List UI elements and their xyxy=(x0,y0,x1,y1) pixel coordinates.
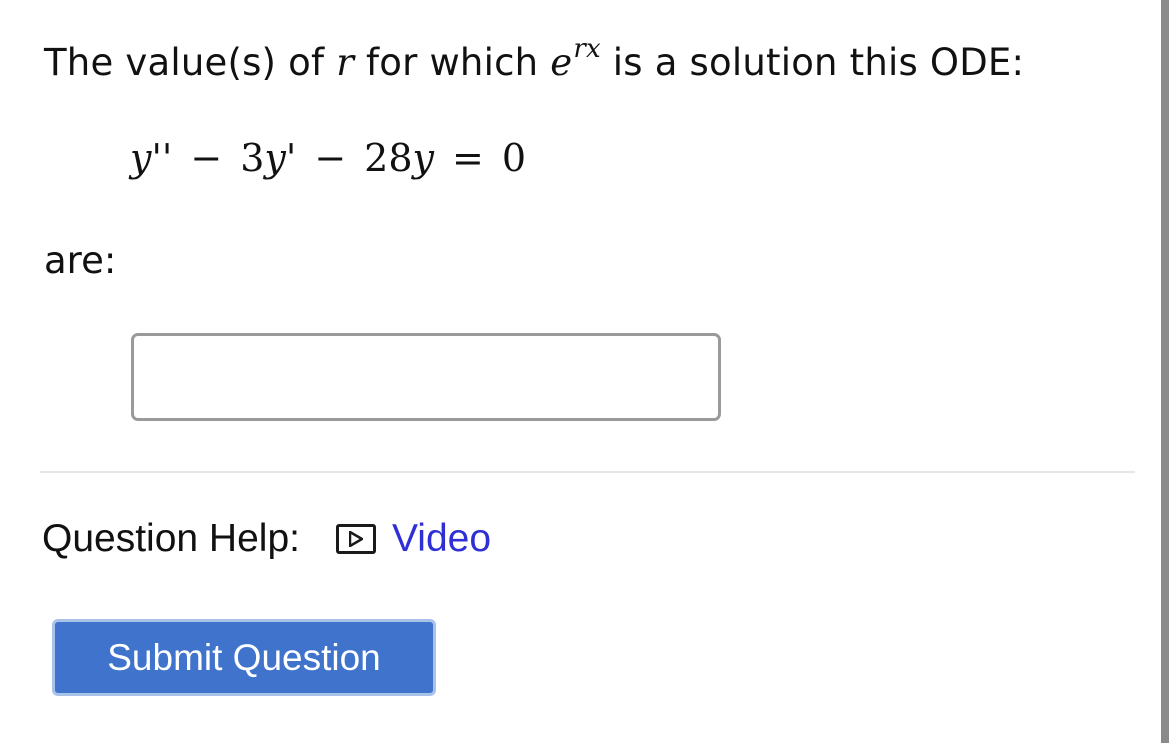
equation-rhs: 0 xyxy=(501,136,527,180)
video-help-link[interactable]: Video xyxy=(335,517,492,561)
equation-term-2: y' xyxy=(264,136,297,180)
prompt-text-after: is a solution this ODE: xyxy=(600,41,1025,84)
equation-equals: = xyxy=(452,136,484,180)
question-help-label: Question Help: xyxy=(42,517,300,560)
section-divider xyxy=(40,471,1135,473)
video-link-label: Video xyxy=(391,517,492,560)
equation-coefficient-2: 3 xyxy=(240,136,265,180)
scrollbar-thumb[interactable] xyxy=(1161,0,1169,743)
scrollbar-track[interactable] xyxy=(1159,0,1170,743)
prompt-text-before: The value(s) of xyxy=(44,41,337,84)
equation-operator-1: − xyxy=(190,136,223,180)
exponential-power: rx xyxy=(573,34,601,64)
equation-term-3: y xyxy=(412,136,434,180)
exponential-base: e xyxy=(550,41,573,84)
equation-term-1: y'' xyxy=(130,136,173,180)
submit-question-button[interactable]: Submit Question xyxy=(52,619,436,696)
play-video-icon xyxy=(335,524,376,554)
question-help-row: Question Help: Video xyxy=(42,512,491,566)
variable-r: r xyxy=(336,41,355,84)
equation-operator-2: − xyxy=(314,136,347,180)
ode-equation: y'' −3y' −28y = 0 xyxy=(130,130,526,186)
question-prompt: The value(s) of r for which erx is a sol… xyxy=(44,34,1025,94)
equation-coefficient-3: 28 xyxy=(364,136,413,180)
prompt-text-middle: for which xyxy=(354,41,551,84)
are-label: are: xyxy=(44,239,117,282)
answer-input[interactable] xyxy=(131,333,721,421)
